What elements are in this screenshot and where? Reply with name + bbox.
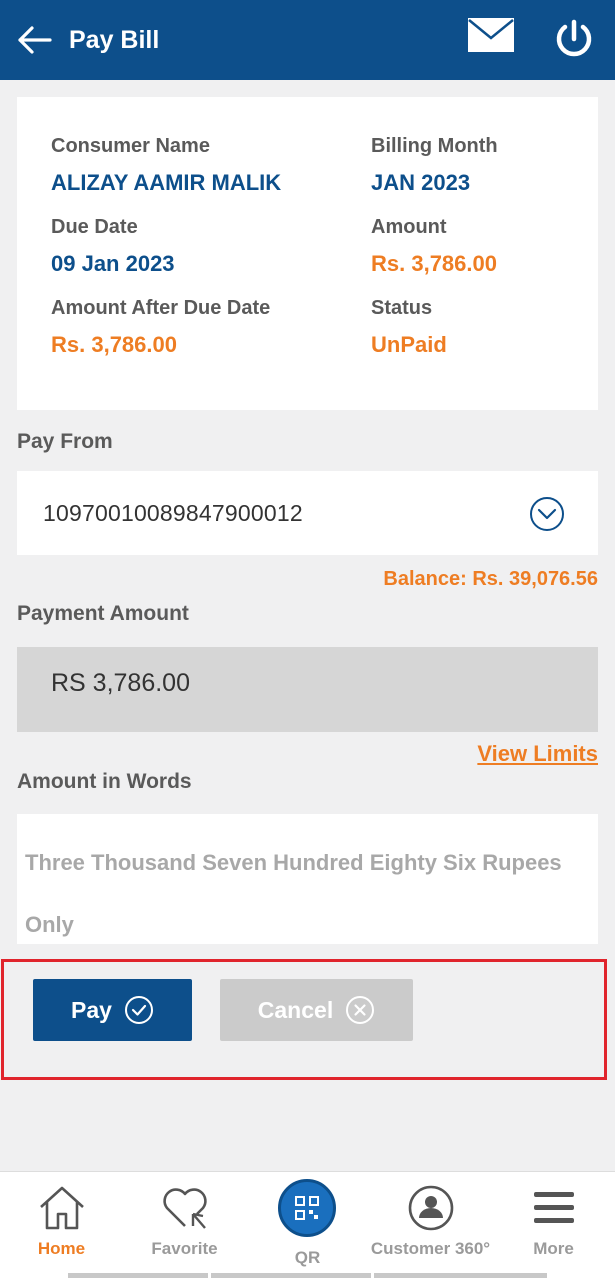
view-limits-link[interactable]: View Limits xyxy=(477,741,598,767)
qr-icon xyxy=(295,1196,319,1220)
after-due-value: Rs. 3,786.00 xyxy=(51,332,177,357)
cancel-button-label: Cancel xyxy=(257,996,334,1023)
nav-more-label: More xyxy=(533,1239,574,1258)
page-title: Pay Bill xyxy=(69,26,160,54)
amount-in-words-field: Three Thousand Seven Hundred Eighty Six … xyxy=(17,814,598,944)
payment-amount-label: Payment Amount xyxy=(17,602,189,625)
power-icon[interactable] xyxy=(553,18,595,60)
heart-icon xyxy=(163,1188,207,1229)
pay-button[interactable]: Pay xyxy=(33,979,192,1041)
scroll-indicator xyxy=(68,1273,208,1278)
status-value: UnPaid xyxy=(371,332,447,357)
due-date-value: 09 Jan 2023 xyxy=(51,251,175,276)
menu-icon xyxy=(534,1192,574,1223)
nav-customer-label: Customer 360° xyxy=(370,1239,491,1258)
app-header: Pay Bill xyxy=(0,0,615,80)
nav-home-label: Home xyxy=(37,1239,86,1258)
amount-in-words-value: Three Thousand Seven Hundred Eighty Six … xyxy=(25,850,562,937)
billing-month-value: JAN 2023 xyxy=(371,170,471,195)
nav-more[interactable]: More xyxy=(492,1172,615,1280)
chevron-down-icon[interactable] xyxy=(529,496,565,532)
home-icon xyxy=(40,1186,84,1230)
customer-icon xyxy=(408,1185,454,1231)
nav-customer-360[interactable]: Customer 360° xyxy=(369,1172,492,1280)
payment-amount-field: RS 3,786.00 xyxy=(17,647,598,732)
check-circle-icon xyxy=(124,996,153,1024)
consumer-name-value: ALIZAY AAMIR MALIK xyxy=(51,170,282,195)
amount-value: Rs. 3,786.00 xyxy=(371,251,497,276)
back-arrow-icon[interactable] xyxy=(14,22,54,58)
amount-in-words-label: Amount in Words xyxy=(17,770,192,793)
cancel-button[interactable]: Cancel xyxy=(220,979,413,1041)
nav-home[interactable]: Home xyxy=(0,1172,123,1280)
close-circle-icon xyxy=(346,996,375,1024)
nav-qr[interactable]: QR xyxy=(246,1172,369,1280)
scroll-indicator xyxy=(374,1273,547,1278)
pay-from-dropdown[interactable]: 10970010089847900012 xyxy=(17,471,598,555)
amount-label: Amount xyxy=(371,216,447,238)
qr-button[interactable] xyxy=(278,1179,336,1237)
nav-favorite-label: Favorite xyxy=(151,1239,218,1258)
payment-amount-value: RS 3,786.00 xyxy=(51,669,190,697)
bill-details-card: Consumer Name ALIZAY AAMIR MALIK Billing… xyxy=(17,97,598,410)
nav-qr-label: QR xyxy=(294,1248,321,1267)
after-due-label: Amount After Due Date xyxy=(51,297,271,319)
due-date-label: Due Date xyxy=(51,216,138,238)
billing-month-label: Billing Month xyxy=(371,135,498,157)
account-number: 10970010089847900012 xyxy=(43,500,303,526)
balance-text: Balance: Rs. 39,076.56 xyxy=(383,568,598,590)
pay-button-label: Pay xyxy=(71,996,112,1023)
bottom-navigation: Home Favorite QR Customer 360° More xyxy=(0,1171,615,1280)
consumer-name-label: Consumer Name xyxy=(51,135,210,157)
nav-favorite[interactable]: Favorite xyxy=(123,1172,246,1280)
mail-icon[interactable] xyxy=(466,16,516,54)
status-label: Status xyxy=(371,297,433,319)
scroll-indicator xyxy=(211,1273,371,1278)
pay-from-label: Pay From xyxy=(17,430,113,453)
